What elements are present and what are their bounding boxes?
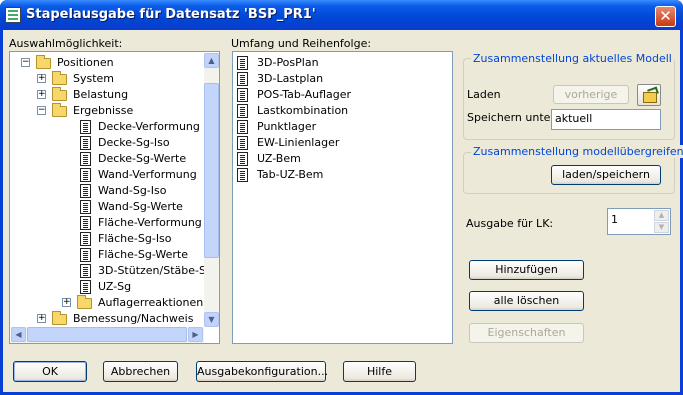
tree-horizontal-scrollbar[interactable]: ◀ ▶ bbox=[11, 327, 204, 343]
help-button[interactable]: Hilfe bbox=[343, 361, 416, 382]
dialog-window: Stapelausgabe für Datensatz 'BSP_PR1' ✕ … bbox=[0, 0, 683, 395]
load-previous-select[interactable]: vorherige bbox=[553, 85, 629, 104]
scroll-left-icon[interactable]: ◀ bbox=[11, 327, 26, 342]
close-button[interactable]: ✕ bbox=[655, 6, 676, 27]
scroll-right-icon[interactable]: ▶ bbox=[188, 327, 203, 342]
lk-value: 1 bbox=[611, 213, 618, 226]
tree-item-label: Wand-Sg-Iso bbox=[98, 184, 167, 197]
load-save-button[interactable]: laden/speichern bbox=[551, 165, 661, 185]
list-item-label: 3D-PosPlan bbox=[257, 56, 319, 69]
spin-up-icon[interactable]: ▲ bbox=[654, 210, 669, 221]
load-label: Laden bbox=[467, 88, 501, 101]
list-item-label: Tab-UZ-Bem bbox=[257, 168, 324, 181]
collapse-icon[interactable]: − bbox=[21, 58, 30, 67]
document-icon bbox=[237, 136, 248, 150]
cancel-button[interactable]: Abbrechen bbox=[103, 361, 178, 382]
list-item-label: Lastkombination bbox=[257, 104, 349, 117]
tree-item-label: UZ-Sg bbox=[98, 280, 132, 293]
window-title: Stapelausgabe für Datensatz 'BSP_PR1' bbox=[26, 7, 316, 22]
folder-icon bbox=[52, 311, 67, 325]
title-bar[interactable]: Stapelausgabe für Datensatz 'BSP_PR1' ✕ bbox=[0, 0, 683, 30]
clear-all-button[interactable]: alle löschen bbox=[469, 291, 584, 311]
expand-icon[interactable]: + bbox=[62, 298, 71, 307]
document-icon bbox=[80, 184, 91, 198]
scroll-thumb[interactable] bbox=[27, 327, 187, 342]
list-item-label: UZ-Bem bbox=[257, 152, 301, 165]
tree-item-label: Fläche-Sg-Werte bbox=[98, 248, 188, 261]
folder-icon bbox=[52, 71, 67, 85]
order-list[interactable]: 3D-PosPlan 3D-Lastplan POS-Tab-Auflager … bbox=[232, 51, 453, 344]
document-icon bbox=[80, 232, 91, 246]
tree-item-label: System bbox=[73, 72, 115, 85]
open-folder-icon[interactable] bbox=[637, 84, 661, 106]
selection-label: Auswahlmöglichkeit: bbox=[9, 37, 123, 50]
scroll-down-icon[interactable]: ▼ bbox=[204, 312, 219, 327]
save-as-label: Speichern unter bbox=[467, 111, 555, 124]
app-icon bbox=[5, 7, 21, 23]
document-icon bbox=[80, 120, 91, 134]
document-icon bbox=[237, 56, 248, 70]
output-config-button[interactable]: Ausgabekonfiguration... bbox=[196, 361, 328, 382]
order-label: Umfang und Reihenfolge: bbox=[231, 37, 372, 50]
document-icon bbox=[237, 72, 248, 86]
collapse-icon[interactable]: − bbox=[37, 106, 46, 115]
document-icon bbox=[80, 136, 91, 150]
spin-down-icon[interactable]: ▼ bbox=[654, 222, 669, 233]
tree-item-label: Decke-Sg-Iso bbox=[98, 136, 170, 149]
list-item-label: EW-Linienlager bbox=[257, 136, 340, 149]
dialog-body: Auswahlmöglichkeit: Umfang und Reihenfol… bbox=[3, 30, 683, 392]
document-icon bbox=[80, 152, 91, 166]
tree-item-label: Positionen bbox=[57, 56, 114, 69]
tree-item-label: Decke-Sg-Werte bbox=[98, 152, 187, 165]
lk-spinner[interactable]: 1 ▲ ▼ bbox=[607, 208, 671, 235]
list-item-label: 3D-Lastplan bbox=[257, 72, 324, 85]
scroll-up-icon[interactable]: ▲ bbox=[204, 53, 219, 68]
document-icon bbox=[80, 200, 91, 214]
expand-icon[interactable]: + bbox=[37, 74, 46, 83]
tree-item-label: Fläche-Verformung bbox=[98, 216, 202, 229]
document-icon bbox=[237, 120, 248, 134]
tree-item-label: Fläche-Sg-Iso bbox=[98, 232, 172, 245]
folder-icon bbox=[77, 295, 92, 309]
document-icon bbox=[80, 216, 91, 230]
add-button[interactable]: Hinzufügen bbox=[469, 260, 584, 280]
global-group-title: Zusammenstellung modellübergreifend bbox=[471, 145, 683, 158]
tree-vertical-scrollbar[interactable]: ▲ ▼ bbox=[204, 53, 219, 327]
folder-icon bbox=[52, 87, 67, 101]
folder-open-icon bbox=[36, 55, 51, 69]
tree-item-label: Bemessung/Nachweis bbox=[73, 312, 194, 325]
document-icon bbox=[237, 168, 248, 182]
model-group-title: Zusammenstellung aktuelles Modell bbox=[471, 52, 674, 65]
document-icon bbox=[80, 248, 91, 262]
save-as-input[interactable]: aktuell bbox=[551, 109, 661, 130]
tree-item-label: Belastung bbox=[73, 88, 129, 101]
ok-button[interactable]: OK bbox=[13, 361, 87, 382]
document-icon bbox=[80, 280, 91, 294]
options-tree[interactable]: − Positionen + System + Belastung − Ergebnis… bbox=[9, 51, 220, 344]
tree-item-label: Ergebnisse bbox=[73, 104, 134, 117]
document-icon bbox=[237, 104, 248, 118]
expand-icon[interactable]: + bbox=[37, 314, 46, 323]
tree-item-label: Wand-Sg-Werte bbox=[98, 200, 183, 213]
tree-item-label: Decke-Verformung bbox=[98, 120, 200, 133]
tree-item-label: Wand-Verformung bbox=[98, 168, 197, 181]
scroll-thumb[interactable] bbox=[204, 83, 219, 258]
document-icon bbox=[237, 88, 248, 102]
list-item-label: Punktlager bbox=[257, 120, 317, 133]
properties-button[interactable]: Eigenschaften bbox=[469, 323, 584, 343]
tree-item-label: Auflagerreaktionen bbox=[98, 296, 204, 309]
document-icon bbox=[237, 152, 248, 166]
list-item-label: POS-Tab-Auflager bbox=[257, 88, 352, 101]
folder-open-icon bbox=[52, 103, 67, 117]
expand-icon[interactable]: + bbox=[37, 90, 46, 99]
lk-label: Ausgabe für LK: bbox=[466, 217, 554, 230]
document-icon bbox=[80, 168, 91, 182]
document-icon bbox=[80, 264, 91, 278]
tree-item-label: 3D-Stützen/Stäbe-Sg bbox=[98, 264, 213, 277]
